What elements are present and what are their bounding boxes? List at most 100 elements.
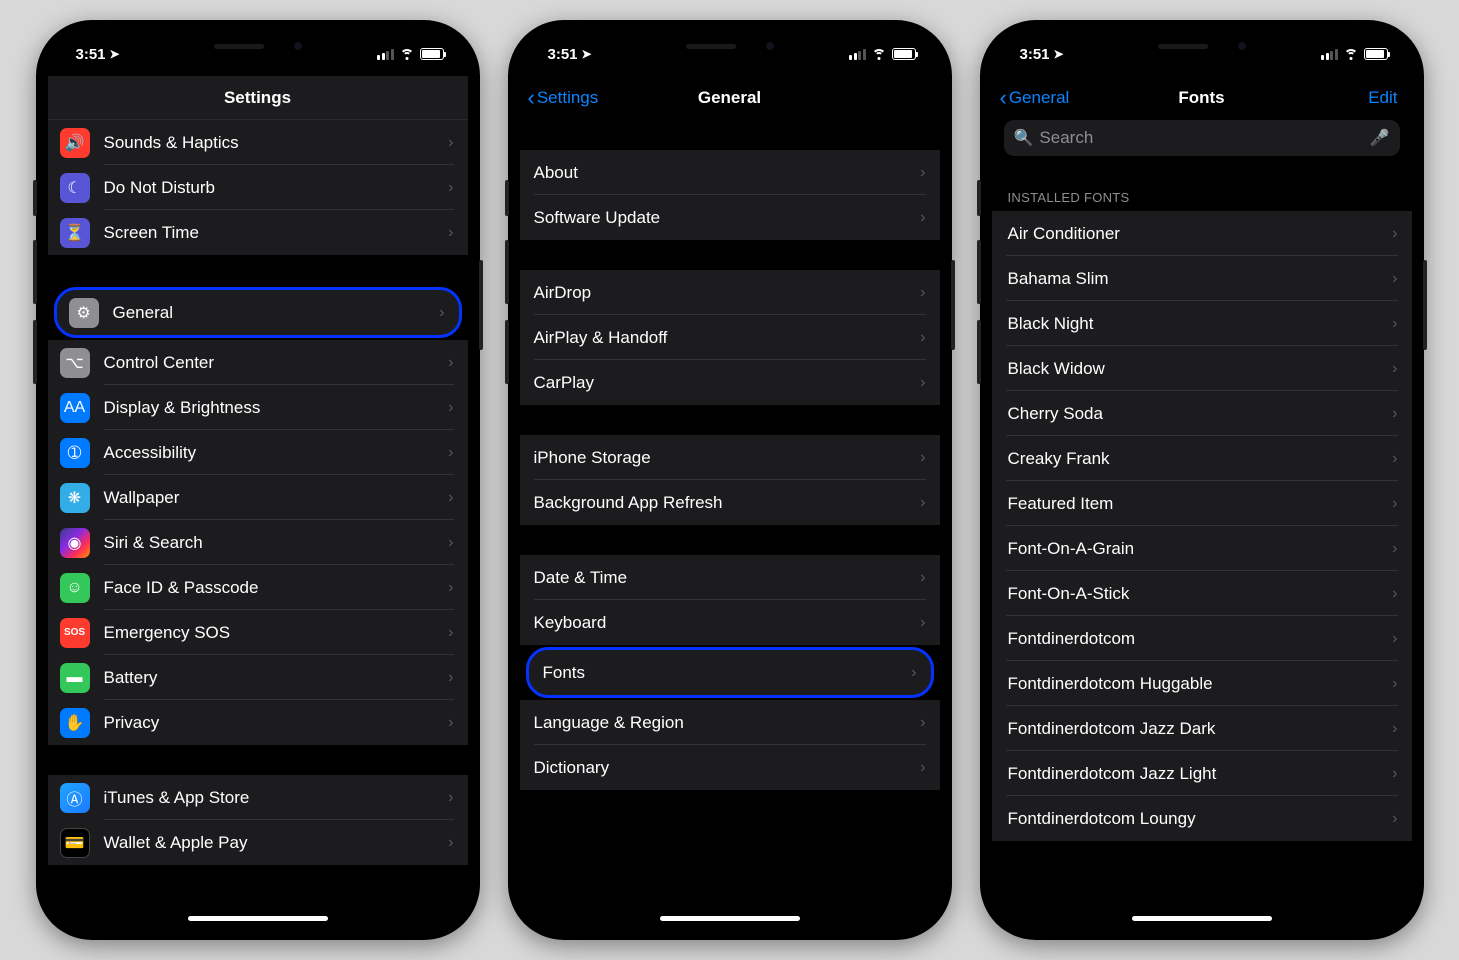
row-label: Face ID & Passcode (104, 565, 454, 610)
settings-row[interactable]: Ⓐ iTunes & App Store › (48, 775, 468, 820)
font-name: Font-On-A-Grain (1006, 526, 1398, 571)
settings-row[interactable]: Date & Time › (520, 555, 940, 600)
chevron-right-icon: › (448, 224, 453, 242)
font-row[interactable]: Font-On-A-Stick › (992, 571, 1412, 616)
siri-icon: ◉ (60, 528, 90, 558)
moon-icon: ☾ (60, 173, 90, 203)
general-list[interactable]: About › Software Update › AirDrop › AirP… (520, 120, 940, 928)
settings-row[interactable]: ⌥ Control Center › (48, 340, 468, 385)
font-row[interactable]: Bahama Slim › (992, 256, 1412, 301)
font-row[interactable]: Air Conditioner › (992, 211, 1412, 256)
settings-row[interactable]: Fonts › (526, 647, 934, 698)
settings-row[interactable]: ✋ Privacy › (48, 700, 468, 745)
chevron-right-icon: › (920, 374, 925, 392)
settings-row[interactable]: ⚙ General › (54, 287, 462, 338)
font-row[interactable]: Creaky Frank › (992, 436, 1412, 481)
chevron-right-icon: › (439, 304, 444, 322)
font-row[interactable]: Black Widow › (992, 346, 1412, 391)
settings-row[interactable]: AirPlay & Handoff › (520, 315, 940, 360)
wallet-icon: 💳 (60, 828, 90, 858)
row-label: Do Not Disturb (104, 165, 454, 210)
phone-general: 3:51➤ ‹Settings General About › Software… (508, 20, 952, 940)
back-button[interactable]: ‹Settings (528, 87, 599, 109)
gear-icon: ⚙ (69, 298, 99, 328)
font-name: Bahama Slim (1006, 256, 1398, 301)
font-row[interactable]: Fontdinerdotcom Loungy › (992, 796, 1412, 841)
settings-row[interactable]: ◉ Siri & Search › (48, 520, 468, 565)
font-name: Fontdinerdotcom Huggable (1006, 661, 1398, 706)
back-button[interactable]: ‹General (1000, 87, 1070, 109)
chevron-right-icon: › (1392, 630, 1397, 648)
row-label: Fonts (543, 650, 917, 695)
settings-row[interactable]: ☾ Do Not Disturb › (48, 165, 468, 210)
settings-row[interactable]: ☺ Face ID & Passcode › (48, 565, 468, 610)
settings-row[interactable]: SOS Emergency SOS › (48, 610, 468, 655)
settings-row[interactable]: Language & Region › (520, 700, 940, 745)
nav-header: ‹Settings General (520, 76, 940, 120)
font-row[interactable]: Fontdinerdotcom Huggable › (992, 661, 1412, 706)
row-label: iTunes & App Store (104, 775, 454, 820)
chevron-right-icon: › (920, 164, 925, 182)
home-indicator[interactable] (188, 916, 328, 921)
search-field[interactable]: 🔍 🎤 (1004, 120, 1400, 156)
chevron-right-icon: › (1392, 585, 1397, 603)
settings-row[interactable]: iPhone Storage › (520, 435, 940, 480)
font-name: Font-On-A-Stick (1006, 571, 1398, 616)
font-row[interactable]: Fontdinerdotcom Jazz Light › (992, 751, 1412, 796)
nav-header: ‹General Fonts Edit (992, 76, 1412, 120)
font-row[interactable]: Featured Item › (992, 481, 1412, 526)
row-label: Accessibility (104, 430, 454, 475)
fonts-list[interactable]: INSTALLED FONTS Air Conditioner › Bahama… (992, 166, 1412, 928)
chevron-right-icon: › (448, 489, 453, 507)
settings-row[interactable]: Background App Refresh › (520, 480, 940, 525)
settings-row[interactable]: AirDrop › (520, 270, 940, 315)
cell-signal-icon (1321, 49, 1338, 60)
chevron-right-icon: › (1392, 225, 1397, 243)
settings-row[interactable]: CarPlay › (520, 360, 940, 405)
chevron-right-icon: › (1392, 315, 1397, 333)
settings-row[interactable]: ▬ Battery › (48, 655, 468, 700)
status-time: 3:51 (1020, 46, 1050, 63)
chevron-right-icon: › (920, 759, 925, 777)
settings-row[interactable]: Software Update › (520, 195, 940, 240)
home-indicator[interactable] (660, 916, 800, 921)
chevron-right-icon: › (448, 669, 453, 687)
status-time: 3:51 (548, 46, 578, 63)
page-title: Fonts (1178, 88, 1224, 108)
row-label: Software Update (534, 195, 926, 240)
chevron-right-icon: › (1392, 675, 1397, 693)
settings-row[interactable]: About › (520, 150, 940, 195)
settings-row[interactable]: ⏳ Screen Time › (48, 210, 468, 255)
font-row[interactable]: Font-On-A-Grain › (992, 526, 1412, 571)
battery-icon (892, 48, 916, 60)
chevron-right-icon: › (448, 134, 453, 152)
font-row[interactable]: Fontdinerdotcom Jazz Dark › (992, 706, 1412, 751)
chevron-left-icon: ‹ (1000, 87, 1007, 109)
font-row[interactable]: Cherry Soda › (992, 391, 1412, 436)
status-time: 3:51 (76, 46, 106, 63)
font-row[interactable]: Fontdinerdotcom › (992, 616, 1412, 661)
chevron-right-icon: › (448, 179, 453, 197)
mic-icon[interactable]: 🎤 (1370, 128, 1390, 148)
nav-header: Settings (48, 76, 468, 120)
toggles-icon: ⌥ (60, 348, 90, 378)
chevron-right-icon: › (1392, 765, 1397, 783)
settings-row[interactable]: Keyboard › (520, 600, 940, 645)
search-input[interactable] (1039, 128, 1369, 148)
row-label: Wallpaper (104, 475, 454, 520)
settings-row[interactable]: ➀ Accessibility › (48, 430, 468, 475)
chevron-right-icon: › (448, 789, 453, 807)
battery-icon (1364, 48, 1388, 60)
edit-button[interactable]: Edit (1368, 88, 1397, 108)
settings-row[interactable]: 💳 Wallet & Apple Pay › (48, 820, 468, 865)
settings-list[interactable]: 🔊 Sounds & Haptics › ☾ Do Not Disturb › … (48, 120, 468, 928)
settings-row[interactable]: 🔊 Sounds & Haptics › (48, 120, 468, 165)
row-label: Emergency SOS (104, 610, 454, 655)
settings-row[interactable]: ❋ Wallpaper › (48, 475, 468, 520)
font-row[interactable]: Black Night › (992, 301, 1412, 346)
settings-row[interactable]: AA Display & Brightness › (48, 385, 468, 430)
row-label: Date & Time (534, 555, 926, 600)
row-label: Display & Brightness (104, 385, 454, 430)
settings-row[interactable]: Dictionary › (520, 745, 940, 790)
home-indicator[interactable] (1132, 916, 1272, 921)
